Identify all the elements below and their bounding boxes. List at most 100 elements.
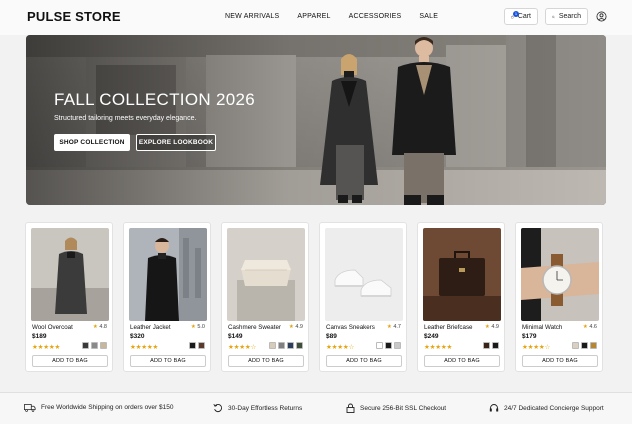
star-icon: ★ bbox=[288, 324, 294, 330]
color-swatch[interactable] bbox=[278, 342, 285, 349]
product-grid: Wool Overcoat ★ 4.8 $189 ★★★★★ ADD TO BA… bbox=[25, 222, 607, 372]
product-rating: ★ 4.9 bbox=[484, 324, 499, 330]
feature-text: Secure 256-Bit SSL Checkout bbox=[360, 404, 447, 412]
cart-button[interactable]: 1 Cart bbox=[504, 8, 538, 25]
product-image[interactable] bbox=[31, 228, 109, 321]
add-to-bag-button[interactable]: ADD TO BAG bbox=[228, 355, 304, 367]
rating-stars: ★★★★★ bbox=[32, 344, 61, 351]
product-price: $189 bbox=[32, 333, 47, 340]
hero-subtitle: Structured tailoring meets everyday eleg… bbox=[54, 115, 197, 122]
rating-stars: ★★★★★ bbox=[424, 344, 453, 351]
product-name[interactable]: Canvas Sneakers bbox=[326, 324, 375, 331]
lock-icon bbox=[346, 403, 355, 413]
nav-apparel[interactable]: APPAREL bbox=[297, 13, 330, 20]
color-swatch[interactable] bbox=[385, 342, 392, 349]
feature-text: 24/7 Dedicated Concierge Support bbox=[504, 404, 604, 412]
product-price: $249 bbox=[424, 333, 439, 340]
search-label: Search bbox=[558, 13, 581, 20]
color-swatch[interactable] bbox=[100, 342, 107, 349]
color-swatch[interactable] bbox=[376, 342, 383, 349]
nav-sale[interactable]: SALE bbox=[419, 13, 438, 20]
product-name[interactable]: Wool Overcoat bbox=[32, 324, 73, 331]
color-swatch[interactable] bbox=[189, 342, 196, 349]
explore-lookbook-button[interactable]: EXPLORE LOOKBOOK bbox=[136, 134, 216, 151]
color-swatch[interactable] bbox=[483, 342, 490, 349]
rating-stars: ★★★★☆ bbox=[228, 344, 257, 351]
product-name[interactable]: Leather Jacket bbox=[130, 324, 171, 331]
product-image[interactable] bbox=[129, 228, 207, 321]
hero-title: FALL COLLECTION 2026 bbox=[54, 90, 255, 109]
product-image[interactable] bbox=[227, 228, 305, 321]
product-rating: ★ 4.7 bbox=[386, 324, 401, 330]
star-icon: ★ bbox=[386, 324, 392, 330]
add-to-bag-button[interactable]: ADD TO BAG bbox=[424, 355, 500, 367]
product-card[interactable]: Wool Overcoat ★ 4.8 $189 ★★★★★ ADD TO BA… bbox=[25, 222, 113, 372]
color-swatch[interactable] bbox=[82, 342, 89, 349]
color-swatch[interactable] bbox=[269, 342, 276, 349]
product-image[interactable] bbox=[325, 228, 403, 321]
store-logo[interactable]: PULSE STORE bbox=[27, 9, 121, 24]
product-card[interactable]: Cashmere Sweater ★ 4.9 $149 ★★★★☆ ADD TO… bbox=[221, 222, 309, 372]
product-image[interactable] bbox=[423, 228, 501, 321]
shop-collection-button[interactable]: SHOP COLLECTION bbox=[54, 134, 130, 151]
feature-returns: 30-Day Effortless Returns bbox=[213, 403, 302, 413]
nav-accessories[interactable]: ACCESSORIES bbox=[349, 13, 402, 20]
product-card[interactable]: Leather Briefcase ★ 4.9 $249 ★★★★★ ADD T… bbox=[417, 222, 505, 372]
add-to-bag-button[interactable]: ADD TO BAG bbox=[522, 355, 598, 367]
truck-icon bbox=[24, 404, 36, 412]
search-button[interactable]: Search bbox=[545, 8, 588, 25]
add-to-bag-button[interactable]: ADD TO BAG bbox=[32, 355, 108, 367]
product-name[interactable]: Leather Briefcase bbox=[424, 324, 473, 331]
color-swatches bbox=[481, 342, 499, 349]
color-swatch[interactable] bbox=[296, 342, 303, 349]
feature-shipping: Free Worldwide Shipping on orders over $… bbox=[24, 403, 173, 412]
search-icon bbox=[552, 15, 555, 18]
cart-count-badge: 1 bbox=[513, 11, 519, 17]
hero-banner: FALL COLLECTION 2026 Structured tailorin… bbox=[26, 35, 606, 205]
product-rating: ★ 4.8 bbox=[92, 324, 107, 330]
star-icon: ★ bbox=[582, 324, 588, 330]
feature-text: 30-Day Effortless Returns bbox=[228, 404, 303, 412]
star-icon: ★ bbox=[190, 324, 196, 330]
color-swatch[interactable] bbox=[394, 342, 401, 349]
rating-stars: ★★★★☆ bbox=[326, 344, 355, 351]
headset-icon bbox=[489, 404, 499, 412]
site-header: PULSE STORE NEW ARRIVALS APPAREL ACCESSO… bbox=[0, 0, 632, 35]
product-card[interactable]: Canvas Sneakers ★ 4.7 $89 ★★★★☆ ADD TO B… bbox=[319, 222, 407, 372]
color-swatch[interactable] bbox=[198, 342, 205, 349]
color-swatches bbox=[80, 342, 107, 349]
footer-features: Free Worldwide Shipping on orders over $… bbox=[0, 392, 632, 424]
user-account-icon[interactable] bbox=[596, 11, 607, 22]
product-rating: ★ 4.9 bbox=[288, 324, 303, 330]
product-card[interactable]: Leather Jacket ★ 5.0 $320 ★★★★★ ADD TO B… bbox=[123, 222, 211, 372]
product-price: $89 bbox=[326, 333, 337, 340]
product-price: $179 bbox=[522, 333, 537, 340]
product-name[interactable]: Cashmere Sweater bbox=[228, 324, 281, 331]
product-rating: ★ 4.6 bbox=[582, 324, 597, 330]
color-swatches bbox=[374, 342, 401, 349]
color-swatches bbox=[187, 342, 205, 349]
cart-label: Cart bbox=[517, 13, 531, 20]
color-swatch[interactable] bbox=[590, 342, 597, 349]
nav-new-arrivals[interactable]: NEW ARRIVALS bbox=[225, 13, 279, 20]
color-swatch[interactable] bbox=[492, 342, 499, 349]
product-price: $149 bbox=[228, 333, 243, 340]
color-swatches bbox=[570, 342, 597, 349]
feature-text: Free Worldwide Shipping on orders over $… bbox=[41, 404, 174, 411]
color-swatch[interactable] bbox=[287, 342, 294, 349]
product-price: $320 bbox=[130, 333, 145, 340]
color-swatch[interactable] bbox=[572, 342, 579, 349]
color-swatch[interactable] bbox=[91, 342, 98, 349]
product-name[interactable]: Minimal Watch bbox=[522, 324, 562, 331]
product-card[interactable]: Minimal Watch ★ 4.6 $179 ★★★★☆ ADD TO BA… bbox=[515, 222, 603, 372]
star-icon: ★ bbox=[92, 324, 98, 330]
feature-secure-checkout: Secure 256-Bit SSL Checkout bbox=[346, 403, 446, 413]
add-to-bag-button[interactable]: ADD TO BAG bbox=[326, 355, 402, 367]
returns-icon bbox=[213, 403, 223, 413]
color-swatch[interactable] bbox=[581, 342, 588, 349]
color-swatches bbox=[267, 342, 303, 349]
product-rating: ★ 5.0 bbox=[190, 324, 205, 330]
star-icon: ★ bbox=[484, 324, 490, 330]
product-image[interactable] bbox=[521, 228, 599, 321]
add-to-bag-button[interactable]: ADD TO BAG bbox=[130, 355, 206, 367]
